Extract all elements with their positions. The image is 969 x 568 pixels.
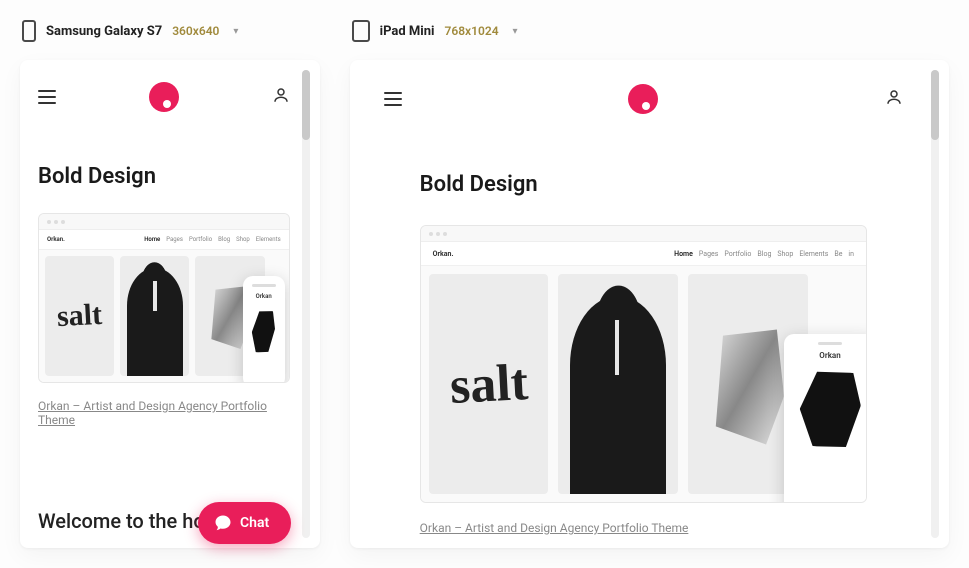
scrollbar-thumb[interactable] [931, 70, 939, 140]
device-name: iPad Mini [380, 24, 435, 39]
preview-gallery: salt Orkan [421, 266, 866, 502]
page-header [360, 70, 927, 128]
mock-nav-links: HomePagesPortfolioBlogShopElements Bein [674, 250, 854, 258]
chat-label: Chat [240, 515, 269, 531]
device-header-ipad[interactable]: iPad Mini 768x1024 ▾ [350, 20, 949, 42]
gallery-tile-figure [120, 256, 189, 376]
viewport-ipad: Bold Design Orkan. HomePagesPortfolioBlo… [350, 60, 949, 548]
mock-brand: Orkan. [433, 250, 454, 258]
device-header-galaxy[interactable]: Samsung Galaxy S7 360x640 ▾ [20, 20, 320, 42]
chat-button[interactable]: Chat [198, 502, 291, 544]
scrollbar[interactable] [302, 70, 310, 538]
page-header [30, 70, 298, 124]
phone-icon [22, 20, 36, 42]
chevron-down-icon[interactable]: ▾ [513, 26, 518, 37]
phone-mockup: Orkan [243, 276, 285, 383]
chevron-down-icon[interactable]: ▾ [233, 26, 238, 37]
device-dimensions: 768x1024 [444, 24, 498, 38]
theme-link[interactable]: Orkan – Artist and Design Agency Portfol… [360, 503, 927, 535]
section-heading: Bold Design [360, 128, 927, 225]
device-dimensions: 360x640 [172, 24, 219, 38]
gallery-tile-salt: salt [45, 256, 114, 376]
brand-logo[interactable] [628, 84, 658, 114]
viewport-content[interactable]: Bold Design Orkan. HomePagesPortfolioBlo… [30, 70, 298, 538]
section-heading: Bold Design [30, 124, 298, 213]
theme-preview-browser[interactable]: Orkan. HomePagesPortfolioBlogShopElement… [420, 225, 867, 503]
hamburger-menu-icon[interactable] [38, 90, 56, 104]
theme-preview-browser[interactable]: Orkan. HomePagesPortfolioBlogShopElement… [38, 213, 290, 383]
hamburger-menu-icon[interactable] [384, 92, 402, 106]
viewport-content[interactable]: Bold Design Orkan. HomePagesPortfolioBlo… [360, 70, 927, 538]
gallery-tile-salt: salt [429, 274, 549, 494]
device-name: Samsung Galaxy S7 [46, 24, 162, 39]
browser-nav: Orkan. HomePagesPortfolioBlogShopElement… [39, 230, 289, 250]
tablet-icon [352, 20, 370, 42]
browser-titlebar [421, 226, 866, 242]
viewport-galaxy: Bold Design Orkan. HomePagesPortfolioBlo… [20, 60, 320, 548]
scrollbar-thumb[interactable] [302, 70, 310, 140]
social-icon: Be [834, 250, 842, 258]
chat-icon [214, 514, 232, 532]
user-icon[interactable] [272, 86, 290, 108]
mock-brand: Orkan. [47, 236, 65, 243]
brand-logo[interactable] [149, 82, 179, 112]
mock-nav-links: HomePagesPortfolioBlogShopElements [144, 236, 280, 243]
phone-mockup: Orkan [784, 334, 867, 503]
scrollbar[interactable] [931, 70, 939, 538]
browser-nav: Orkan. HomePagesPortfolioBlogShopElement… [421, 242, 866, 266]
user-icon[interactable] [885, 88, 903, 110]
browser-titlebar [39, 214, 289, 230]
theme-link[interactable]: Orkan – Artist and Design Agency Portfol… [30, 383, 298, 427]
preview-gallery: salt Orkan [39, 250, 289, 382]
gallery-tile-figure [558, 274, 678, 494]
social-icon: in [848, 250, 854, 258]
